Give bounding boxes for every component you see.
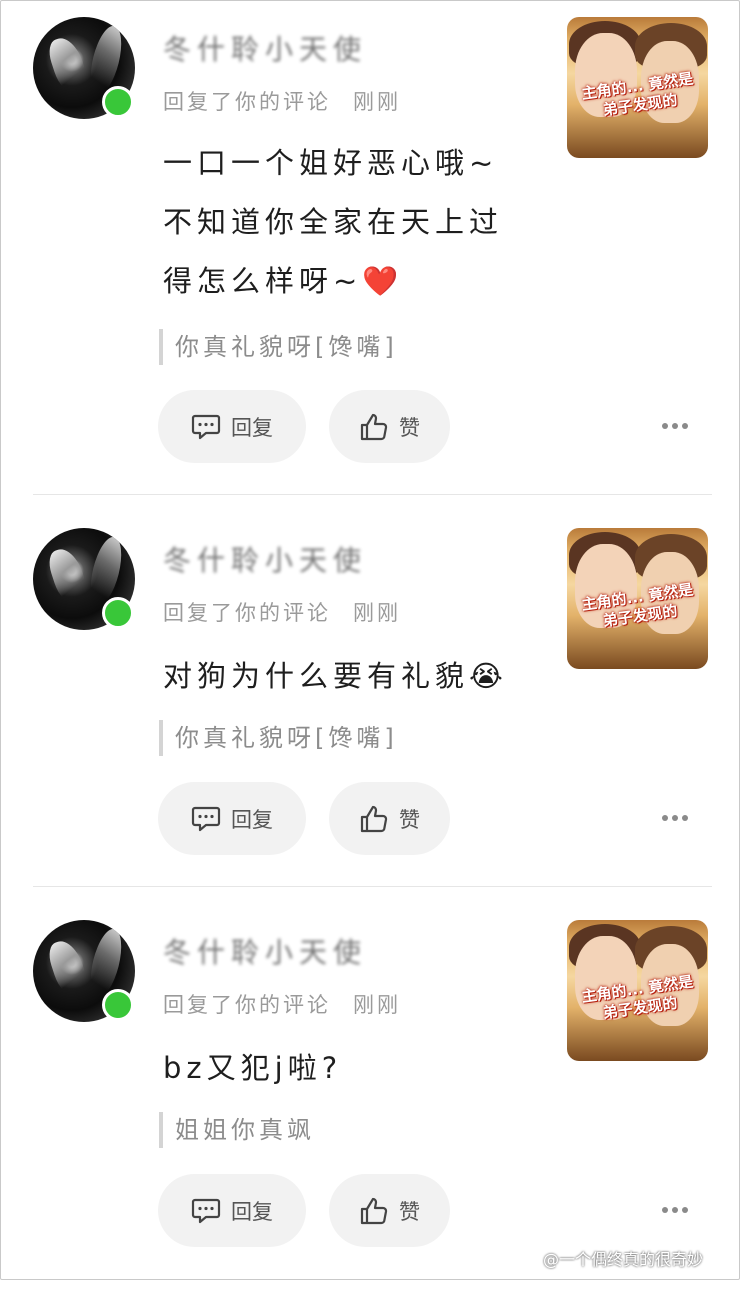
comment-line: bz又犯j啦?	[163, 1051, 343, 1085]
reply-notice: 回复了你的评论	[163, 601, 331, 625]
username[interactable]: 冬什聆小天使	[163, 28, 367, 68]
quoted-original-comment[interactable]: 你真礼貌呀[馋嘴]	[159, 720, 398, 756]
timestamp: 刚刚	[353, 993, 401, 1017]
comment-bubble-icon	[191, 1198, 221, 1223]
comment-body: bz又犯j啦?	[163, 1039, 342, 1098]
username[interactable]: 冬什聆小天使	[163, 931, 367, 971]
watermark-text: @一个偶终真的很奇妙	[543, 1250, 704, 1269]
post-thumbnail[interactable]: 主角的... 竟然是弟子发现的	[567, 920, 708, 1061]
reply-notice: 回复了你的评论	[163, 90, 331, 114]
thumbs-up-icon	[360, 1197, 388, 1224]
reply-label: 回复	[231, 1199, 273, 1224]
like-label: 赞	[399, 415, 420, 440]
quoted-original-comment[interactable]: 你真礼貌呀[馋嘴]	[159, 329, 398, 365]
online-status-dot	[102, 989, 134, 1021]
more-dots-icon[interactable]	[662, 421, 698, 431]
reply-notice: 回复了你的评论	[163, 993, 331, 1017]
online-status-dot	[102, 86, 134, 118]
timestamp: 刚刚	[353, 601, 401, 625]
comment-meta: 回复了你的评论 刚刚	[163, 86, 401, 116]
like-button[interactable]: 赞	[329, 1174, 450, 1247]
divider	[33, 494, 712, 495]
like-button[interactable]: 赞	[329, 782, 450, 855]
comment-meta: 回复了你的评论 刚刚	[163, 597, 401, 627]
reply-label: 回复	[231, 807, 273, 832]
reply-button[interactable]: 回复	[158, 782, 306, 855]
watermark: @一个偶终真的很奇妙	[515, 1246, 703, 1270]
reply-label: 回复	[231, 415, 273, 440]
reply-button[interactable]: 回复	[158, 1174, 306, 1247]
post-thumbnail[interactable]: 主角的... 竟然是弟子发现的	[567, 528, 708, 669]
comment-bubble-icon	[191, 806, 221, 831]
more-dots-icon[interactable]	[662, 1205, 698, 1215]
comment-line: 一口一个姐好恶心哦~	[163, 146, 499, 180]
comment-line: 对狗为什么要有礼貌😭	[163, 659, 508, 693]
comment-line: 不知道你全家在天上过	[163, 205, 504, 239]
weibo-icon	[515, 1250, 538, 1268]
like-label: 赞	[399, 807, 420, 832]
divider	[33, 886, 712, 887]
like-button[interactable]: 赞	[329, 390, 450, 463]
comment-bubble-icon	[191, 414, 221, 439]
timestamp: 刚刚	[353, 90, 401, 114]
more-dots-icon[interactable]	[662, 813, 698, 823]
post-thumbnail[interactable]: 主角的... 竟然是弟子发现的	[567, 17, 708, 158]
comment-meta: 回复了你的评论 刚刚	[163, 989, 401, 1019]
username[interactable]: 冬什聆小天使	[163, 539, 367, 579]
comment-card: 冬什聆小天使 回复了你的评论 刚刚 一口一个姐好恶心哦~ 不知道你全家在天上过 得…	[0, 0, 740, 392]
quoted-original-comment[interactable]: 姐姐你真飒	[159, 1112, 315, 1148]
comment-body: 对狗为什么要有礼貌😭	[163, 647, 508, 706]
comment-line: 得怎么样呀~❤️	[163, 264, 404, 298]
thumbs-up-icon	[360, 805, 388, 832]
reply-button[interactable]: 回复	[158, 390, 306, 463]
thumbs-up-icon	[360, 413, 388, 440]
like-label: 赞	[399, 1199, 420, 1224]
comment-body: 一口一个姐好恶心哦~ 不知道你全家在天上过 得怎么样呀~❤️	[163, 134, 503, 311]
online-status-dot	[102, 597, 134, 629]
